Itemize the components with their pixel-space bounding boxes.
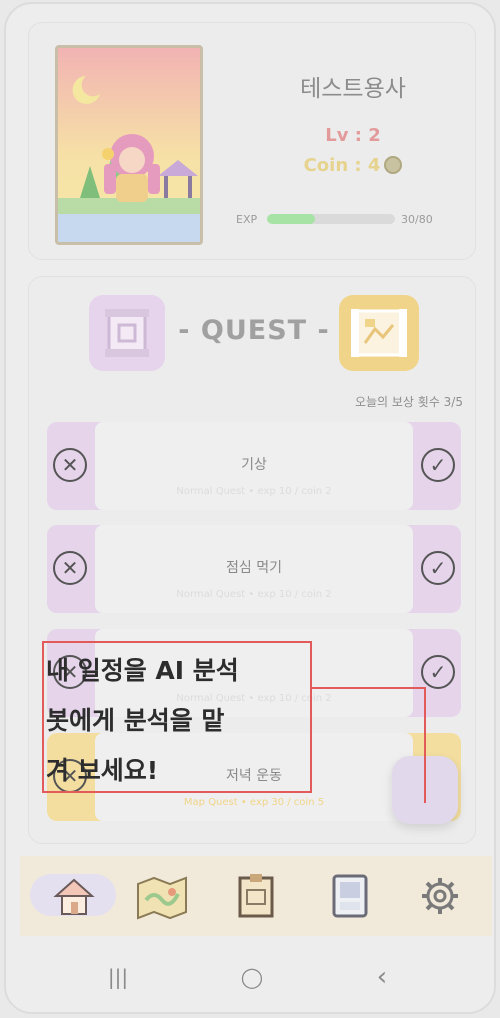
system-navigation-bar: ||| ◯ ‹	[6, 944, 494, 1012]
quest-info: Map Quest • exp 30 / coin 5	[183, 797, 325, 808]
tooltip-line: 겨 보세요!	[46, 756, 159, 785]
character-coin: Coin : 4	[229, 155, 477, 176]
quest-name: 점심 먹기	[226, 560, 282, 576]
quest-card[interactable]: 점심 먹기 Normal Quest • exp 10 / coin 2	[95, 525, 413, 613]
character-image	[58, 48, 200, 242]
character-portrait	[55, 45, 203, 245]
quest-title: - QUEST -	[178, 315, 330, 346]
quest-info: Normal Quest • exp 10 / coin 2	[176, 486, 332, 497]
tooltip-line: 봇에게 분석을 맡	[46, 706, 225, 735]
exp-bar	[267, 214, 395, 224]
map-icon	[137, 876, 187, 920]
quest-board-icon	[238, 874, 274, 918]
recent-apps-button[interactable]: |||	[98, 962, 138, 992]
quest-item: ✕ 점심 먹기 Normal Quest • exp 10 / coin 2 ✓	[47, 525, 461, 613]
back-button[interactable]: ‹	[362, 962, 402, 992]
nav-map[interactable]	[134, 868, 190, 924]
phone-screen: 테스트용사 Lv : 2 Coin : 4 EXP 30/80 - QUEST …	[4, 2, 496, 1014]
tooltip-connector	[424, 687, 426, 803]
map-quest-button[interactable]	[339, 295, 419, 371]
scroll-icon	[105, 309, 149, 357]
home-icon	[53, 878, 95, 915]
system-home-button[interactable]: ◯	[232, 962, 272, 992]
quest-card[interactable]: 기상 Normal Quest • exp 10 / coin 2	[95, 422, 413, 510]
coin-icon	[384, 156, 403, 174]
check-icon[interactable]: ✓	[421, 551, 455, 585]
exp-label: EXP	[236, 213, 258, 226]
tooltip-connector	[312, 687, 425, 689]
check-icon[interactable]: ✓	[421, 448, 455, 482]
nav-shop[interactable]	[322, 868, 378, 924]
ai-tooltip-text: 내 일정을 AI 분석 봇에게 분석을 맡 겨 보세요!	[46, 646, 314, 796]
quest-name: 기상	[241, 457, 267, 473]
coin-text: Coin : 4	[303, 155, 381, 176]
daily-reward-count: 오늘의 보상 횟수 3/5	[354, 395, 463, 409]
exp-bar-fill	[267, 214, 315, 224]
exp-value: 30/80	[401, 213, 433, 226]
shop-icon	[332, 874, 368, 918]
profile-card: 테스트용사 Lv : 2 Coin : 4 EXP 30/80	[28, 22, 476, 260]
quest-item: ✕ 기상 Normal Quest • exp 10 / coin 2 ✓	[47, 422, 461, 510]
quest-info: Normal Quest • exp 10 / coin 2	[176, 589, 332, 600]
character-name: 테스트용사	[300, 76, 406, 102]
treasure-map-icon	[351, 309, 407, 357]
bottom-navigation	[20, 856, 492, 936]
gear-icon	[422, 878, 458, 914]
close-icon[interactable]: ✕	[53, 448, 87, 482]
character-level: Lv : 2	[325, 125, 381, 146]
close-icon[interactable]: ✕	[53, 551, 87, 585]
scroll-button[interactable]	[89, 295, 165, 371]
nav-quest-board[interactable]	[228, 868, 284, 924]
tooltip-line: 내 일정을 AI 분석	[46, 656, 239, 685]
check-icon[interactable]: ✓	[421, 655, 455, 689]
nav-settings[interactable]	[412, 868, 468, 924]
nav-home[interactable]	[46, 868, 102, 924]
